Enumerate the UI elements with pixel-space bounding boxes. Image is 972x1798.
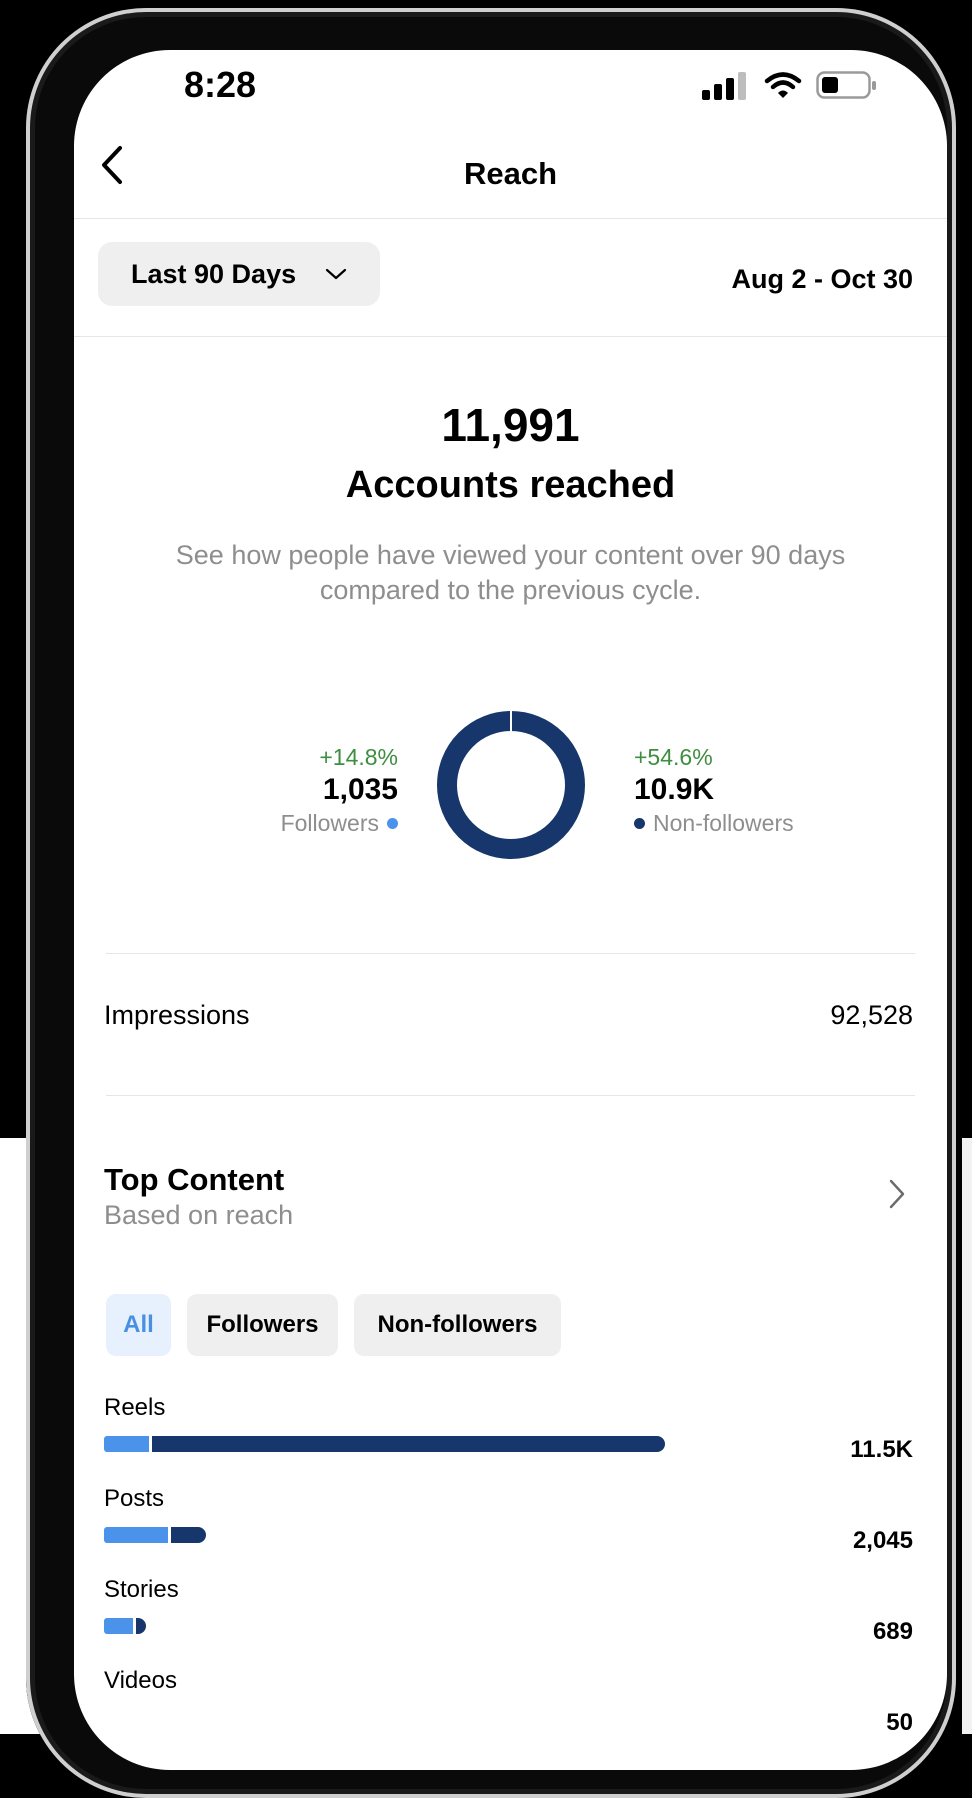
- phone-frame: 8:28 Reach Last 90 Days Aug 2 - Oct 30 1…: [26, 8, 956, 1798]
- row-label: Posts: [104, 1485, 165, 1512]
- row-value: 689: [872, 1618, 913, 1645]
- followers-legend: Followers: [281, 808, 398, 838]
- bar-followers-segment: [104, 1618, 133, 1634]
- row-label: Videos: [104, 1667, 177, 1694]
- reach-donut-chart: [437, 710, 585, 859]
- non-followers-dot-icon: [634, 817, 645, 829]
- row-value: 50: [886, 1709, 913, 1736]
- chip-all[interactable]: All: [106, 1294, 171, 1356]
- date-range-dropdown-label: Last 90 Days: [131, 259, 297, 289]
- non-followers-change: +54.6%: [634, 744, 713, 770]
- date-range-dropdown[interactable]: Last 90 Days: [98, 242, 380, 306]
- accounts-reached-value: 11,991: [441, 399, 580, 451]
- row-value: 11.5K: [850, 1436, 913, 1463]
- header-divider: [74, 218, 947, 219]
- bar-non-followers-segment: [171, 1527, 206, 1543]
- chevron-down-icon: [325, 268, 347, 280]
- accounts-reached-label: Accounts reached: [345, 464, 676, 506]
- chevron-right-icon[interactable]: [888, 1178, 906, 1210]
- bar-non-followers-segment: [136, 1618, 146, 1634]
- row-value: 2,045: [852, 1527, 913, 1554]
- donut-non-followers-arc: [437, 711, 585, 859]
- row-label: Reels: [104, 1394, 166, 1421]
- impressions-label: Impressions: [104, 1000, 250, 1030]
- app-screen: 8:28 Reach Last 90 Days Aug 2 - Oct 30 1…: [74, 50, 947, 1770]
- non-followers-legend: Non-followers: [634, 808, 794, 838]
- impressions-divider: [106, 1095, 915, 1096]
- stats-divider: [106, 953, 915, 954]
- followers-stat: +14.8% 1,035 Followers: [281, 742, 398, 838]
- reach-description: See how people have viewed your content …: [175, 540, 846, 605]
- bar-non-followers-segment: [152, 1436, 665, 1452]
- impressions-value: 92,528: [830, 1000, 913, 1030]
- status-time: 8:28: [184, 64, 257, 105]
- row-bar: [104, 1436, 665, 1452]
- non-followers-label: Non-followers: [653, 810, 794, 836]
- followers-dot-icon: [387, 817, 398, 829]
- battery-icon: [816, 71, 876, 99]
- chip-non-followers[interactable]: Non-followers: [354, 1294, 561, 1356]
- non-followers-value: 10.9K: [634, 773, 715, 806]
- row-bar: [104, 1618, 146, 1634]
- top-content-title: Top Content: [104, 1162, 285, 1197]
- page-title: Reach: [463, 156, 558, 191]
- top-content-subtitle: Based on reach: [104, 1200, 294, 1230]
- background-panel-right: [962, 1138, 972, 1734]
- row-bar: [104, 1527, 206, 1543]
- bar-followers-segment: [104, 1527, 168, 1543]
- cellular-signal-icon: [702, 72, 748, 100]
- non-followers-stat: +54.6% 10.9K Non-followers: [634, 742, 794, 838]
- row-label: Stories: [104, 1576, 179, 1603]
- filter-divider: [74, 336, 947, 337]
- bar-followers-segment: [104, 1436, 149, 1452]
- chip-followers[interactable]: Followers: [187, 1294, 338, 1356]
- followers-label: Followers: [280, 810, 379, 836]
- followers-value: 1,035: [322, 773, 398, 806]
- date-range-text: Aug 2 - Oct 30: [731, 264, 913, 294]
- wifi-icon: [764, 72, 802, 98]
- followers-change: +14.8%: [319, 744, 398, 770]
